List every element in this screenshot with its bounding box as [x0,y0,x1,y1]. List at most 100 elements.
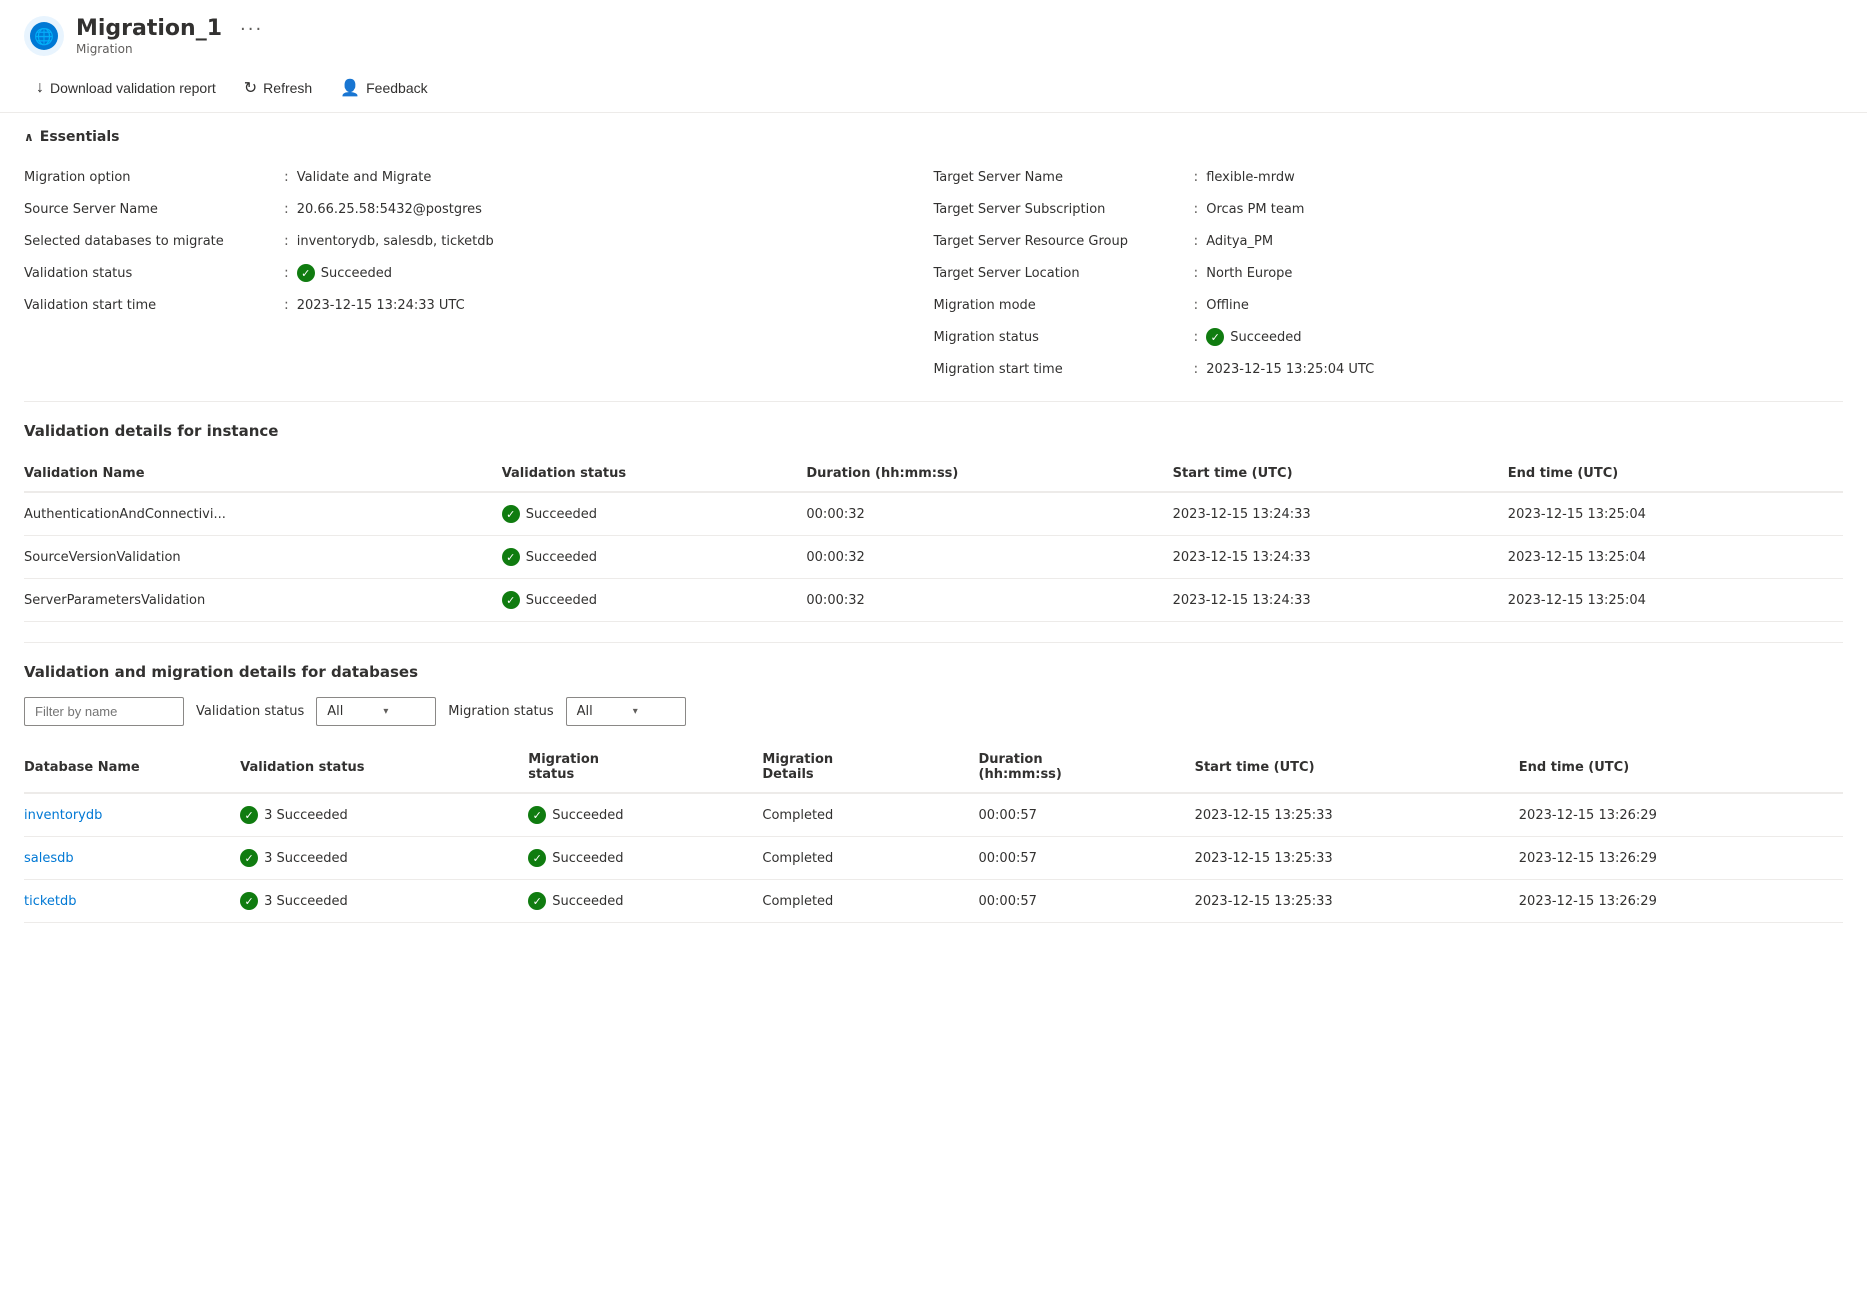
table-row: inventorydb ✓ 3 Succeeded ✓ Succeeded Co… [24,793,1843,837]
essentials-field-value: 20.66.25.58:5432@postgres [297,202,482,217]
col-header-duration: Duration(hh:mm:ss) [979,742,1195,793]
cell-duration: 00:00:32 [806,579,1172,622]
essentials-field-label: Migration option [24,170,284,185]
col-header-migration-status: Migrationstatus [528,742,762,793]
toolbar: ↓ Download validation report ↻ Refresh 👤… [0,64,1867,113]
cell-end-time: 2023-12-15 13:26:29 [1519,793,1843,837]
cell-migration-status: ✓ Succeeded [528,793,762,837]
db-name-link[interactable]: ticketdb [24,894,77,909]
essentials-row: Migration start time : 2023-12-15 13:25:… [934,353,1844,385]
chevron-up-icon: ∧ [24,130,34,144]
essentials-field-label: Migration status [934,330,1194,345]
feedback-button[interactable]: 👤 Feedback [328,72,439,104]
essentials-right: Target Server Name : flexible-mrdw Targe… [934,161,1844,385]
essentials-row: Validation status : ✓ Succeeded [24,257,934,289]
refresh-icon: ↻ [244,78,257,98]
cell-migration-details: Completed [762,880,978,923]
title-block: Migration_1 ··· Migration [76,16,263,56]
cell-start-time: 2023-12-15 13:24:33 [1173,536,1508,579]
cell-db-name[interactable]: salesdb [24,837,240,880]
essentials-field-value: ✓ Succeeded [1206,328,1301,346]
more-options-icon[interactable]: ··· [240,19,263,40]
validation-status-dropdown[interactable]: All ▾ [316,697,436,726]
cell-db-name[interactable]: inventorydb [24,793,240,837]
col-header-duration: Duration (hh:mm:ss) [806,456,1172,492]
essentials-field-label: Source Server Name [24,202,284,217]
col-header-validation-status: Validation status [240,742,528,793]
cell-end-time: 2023-12-15 13:25:04 [1508,579,1843,622]
cell-migration-details: Completed [762,793,978,837]
essentials-field-value: North Europe [1206,266,1292,281]
essentials-header[interactable]: ∧ Essentials [24,129,1843,145]
essentials-row: Validation start time : 2023-12-15 13:24… [24,289,934,321]
cell-validation-name: SourceVersionValidation [24,536,502,579]
cell-start-time: 2023-12-15 13:25:33 [1195,793,1519,837]
table-row: ticketdb ✓ 3 Succeeded ✓ Succeeded Compl… [24,880,1843,923]
col-header-migration-details: MigrationDetails [762,742,978,793]
refresh-button[interactable]: ↻ Refresh [232,72,324,104]
essentials-field-value: 2023-12-15 13:25:04 UTC [1206,362,1374,377]
essentials-field-label: Selected databases to migrate [24,234,284,249]
validation-instance-title: Validation details for instance [24,422,1843,440]
essentials-field-label: Validation status [24,266,284,281]
cell-start-time: 2023-12-15 13:24:33 [1173,492,1508,536]
databases-table: Database Name Validation status Migratio… [24,742,1843,923]
essentials-row: Target Server Subscription : Orcas PM te… [934,193,1844,225]
essentials-grid: Migration option : Validate and Migrate … [24,161,1843,385]
essentials-section: ∧ Essentials Migration option : Validate… [0,113,1867,401]
cell-validation-name: AuthenticationAndConnectivi... [24,492,502,536]
essentials-field-value: ✓ Succeeded [297,264,392,282]
table-row: salesdb ✓ 3 Succeeded ✓ Succeeded Comple… [24,837,1843,880]
cell-validation-status: ✓ 3 Succeeded [240,793,528,837]
cell-end-time: 2023-12-15 13:25:04 [1508,492,1843,536]
filter-bar: Validation status All ▾ Migration status… [24,697,1843,726]
essentials-field-label: Target Server Resource Group [934,234,1194,249]
cell-validation-status: ✓ Succeeded [502,579,807,622]
migration-status-dropdown[interactable]: All ▾ [566,697,686,726]
page-title: Migration_1 [76,16,222,42]
cell-migration-status: ✓ Succeeded [528,837,762,880]
validation-status-filter-label: Validation status [196,704,304,719]
cell-db-name[interactable]: ticketdb [24,880,240,923]
migration-status-filter-label: Migration status [448,704,553,719]
cell-validation-status: ✓ Succeeded [502,536,807,579]
success-icon: ✓ [502,548,520,566]
cell-start-time: 2023-12-15 13:25:33 [1195,837,1519,880]
cell-validation-status: ✓ Succeeded [502,492,807,536]
success-icon: ✓ [1206,328,1224,346]
migration-icon: 🌐 [24,16,64,56]
essentials-field-value: Orcas PM team [1206,202,1304,217]
cell-migration-status: ✓ Succeeded [528,880,762,923]
cell-duration: 00:00:57 [979,837,1195,880]
cell-duration: 00:00:57 [979,793,1195,837]
validation-instance-table: Validation Name Validation status Durati… [24,456,1843,622]
essentials-field-value: 2023-12-15 13:24:33 UTC [297,298,465,313]
cell-duration: 00:00:32 [806,492,1172,536]
success-icon: ✓ [297,264,315,282]
col-header-end-time: End time (UTC) [1508,456,1843,492]
chevron-down-icon: ▾ [633,706,638,717]
table-row: ServerParametersValidation ✓ Succeeded 0… [24,579,1843,622]
table-header-row: Database Name Validation status Migratio… [24,742,1843,793]
essentials-row: Target Server Name : flexible-mrdw [934,161,1844,193]
essentials-left: Migration option : Validate and Migrate … [24,161,934,385]
essentials-row: Migration mode : Offline [934,289,1844,321]
essentials-row: Target Server Location : North Europe [934,257,1844,289]
essentials-row: Migration option : Validate and Migrate [24,161,934,193]
table-header-row: Validation Name Validation status Durati… [24,456,1843,492]
essentials-field-value: flexible-mrdw [1206,170,1294,185]
col-header-start-time: Start time (UTC) [1173,456,1508,492]
essentials-field-label: Target Server Subscription [934,202,1194,217]
db-name-link[interactable]: inventorydb [24,808,102,823]
cell-end-time: 2023-12-15 13:26:29 [1519,837,1843,880]
page-header: 🌐 Migration_1 ··· Migration [0,0,1867,64]
db-name-link[interactable]: salesdb [24,851,74,866]
download-button[interactable]: ↓ Download validation report [24,73,228,103]
migration-status-dropdown-value: All [577,704,593,719]
essentials-row: Selected databases to migrate : inventor… [24,225,934,257]
essentials-label: Essentials [40,129,120,145]
col-header-db-name: Database Name [24,742,240,793]
chevron-down-icon: ▾ [383,706,388,717]
filter-by-name-input[interactable] [24,697,184,726]
table-row: SourceVersionValidation ✓ Succeeded 00:0… [24,536,1843,579]
